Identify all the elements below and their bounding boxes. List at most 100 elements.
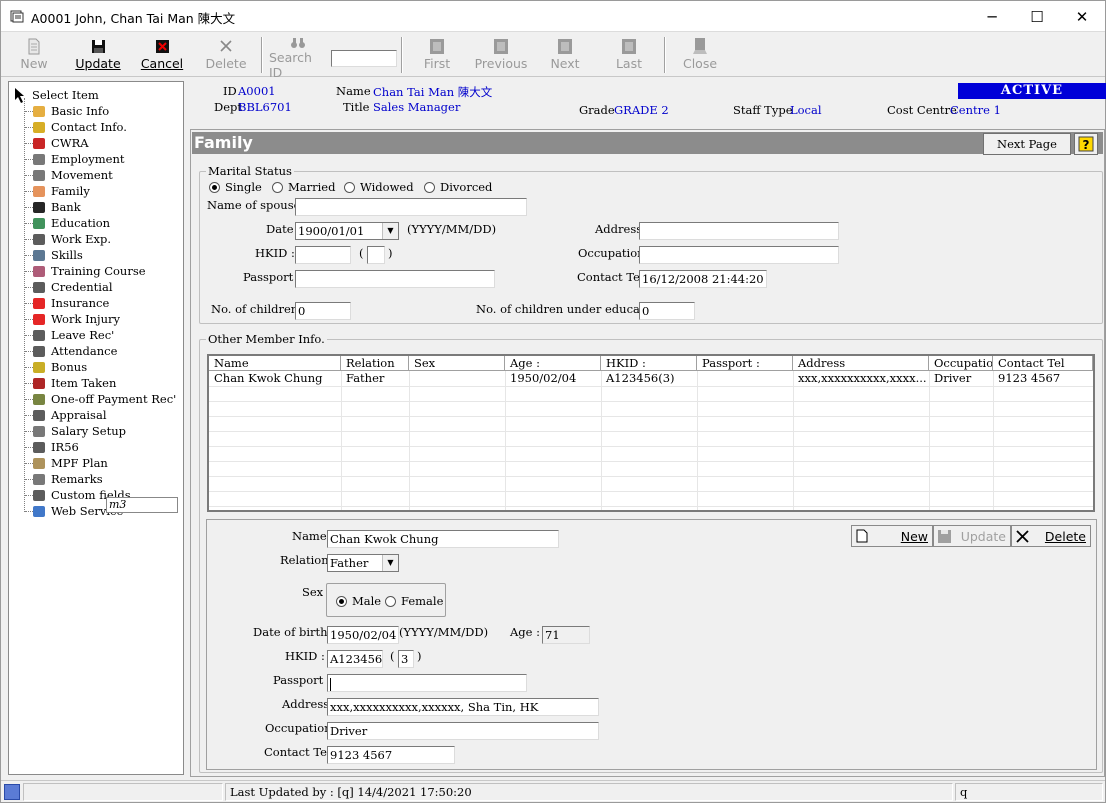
sidebar-item-insurance[interactable]: Insurance [31,295,109,311]
member-update-button[interactable]: Update [933,525,1011,547]
minimize-button[interactable]: ─ [969,1,1015,32]
next-button[interactable]: Next [547,33,583,77]
relation-select[interactable]: Father ▼ [327,554,399,572]
spouse-passport-input[interactable] [295,270,495,288]
member-new-button[interactable]: New [851,525,933,547]
member-occupation-input[interactable]: Driver [327,722,599,740]
column-header[interactable]: HKID : [601,356,697,371]
sidebar-item-training-course[interactable]: Training Course [31,263,146,279]
radio-single[interactable]: Single [209,180,262,194]
age-value: 71 [542,626,590,644]
grid-divider [209,461,1093,462]
sidebar-item-item-taken[interactable]: Item Taken [31,375,116,391]
sidebar-item-skills[interactable]: Skills [31,247,83,263]
sidebar-item-credential[interactable]: Credential [31,279,113,295]
delete-icon [219,37,233,55]
column-header[interactable]: Occupation [929,356,993,371]
radio-widowed[interactable]: Widowed [344,180,414,194]
sidebar-item-leave-rec[interactable]: Leave Rec' [31,327,114,343]
dob-input[interactable]: 1950/02/04 [327,626,399,644]
spouse-address-input[interactable] [639,222,839,240]
passport-label: Passport : [243,270,301,284]
radio-divorced[interactable]: Divorced [424,180,492,194]
sidebar-item-salary-setup[interactable]: Salary Setup [31,423,126,439]
cancel-button[interactable]: Cancel [139,33,185,77]
sidebar-item-one-off-payment-rec[interactable]: One-off Payment Rec' [31,391,176,407]
column-header[interactable]: Relation [341,356,409,371]
column-header[interactable]: Name [209,356,341,371]
sidebar-item-ir56[interactable]: IR56 [31,439,79,455]
member-passport-input[interactable] [327,674,527,692]
close-icon: ✕ [1075,7,1089,26]
new-button[interactable]: New [15,33,53,77]
sidebar-item-work-injury[interactable]: Work Injury [31,311,120,327]
column-header[interactable]: Sex [409,356,505,371]
table-row[interactable]: Chan Kwok Chung Father 1950/02/04 A123456(3… [209,371,1093,386]
family-icon [31,184,47,198]
training-icon [31,264,47,278]
first-button[interactable]: First [419,33,455,77]
grid-divider [993,371,994,510]
member-table: Name Relation Sex Age : HKID : Passport : Addr… [207,354,1095,512]
name-label: Name [336,84,371,98]
sidebar-item-movement[interactable]: Movement [31,167,113,183]
column-header[interactable]: Passport : [697,356,793,371]
book-icon [31,136,47,150]
delete-button[interactable]: Delete [203,33,249,77]
detail-relation-label: Relation [280,553,329,567]
member-name-input[interactable]: Chan Kwok Chung [327,530,559,548]
marriage-date-select[interactable]: 1900/01/01 ▼ [295,222,399,240]
move-icon [31,168,47,182]
next-page-button[interactable]: Next Page [983,133,1071,155]
column-header[interactable]: Contact Tel [993,356,1093,371]
last-button[interactable]: Last [611,33,647,77]
sidebar-item-contact-info[interactable]: Contact Info. [31,119,127,135]
help-button[interactable]: ? [1074,133,1098,155]
sidebar-item-appraisal[interactable]: Appraisal [31,407,107,423]
table-cell: 9123 4567 [998,371,1061,385]
sidebar-item-bank[interactable]: Bank [31,199,81,215]
children-count-input[interactable]: 0 [295,302,351,320]
toolbar-separator [401,37,403,73]
sidebar-item-bonus[interactable]: Bonus [31,359,87,375]
member-delete-button[interactable]: Delete [1011,525,1091,547]
spouse-hkid-check-input[interactable] [367,246,385,264]
column-header[interactable]: Age : [505,356,601,371]
search-id-input[interactable] [331,50,397,67]
detail-hkid-label: HKID : [285,649,325,663]
close-button[interactable]: Close [681,33,719,77]
envelope-icon [31,120,47,134]
tree-root[interactable]: Select Item [12,87,99,103]
sidebar-item-employment[interactable]: Employment [31,151,125,167]
radio-male[interactable]: Male [336,594,381,608]
update-button[interactable]: Update [73,33,123,77]
sidebar-item-remarks[interactable]: Remarks [31,471,103,487]
spouse-name-input[interactable] [295,198,527,216]
close-window-button[interactable]: ✕ [1059,1,1105,32]
sidebar-item-cwra[interactable]: CWRA [31,135,89,151]
sidebar-item-attendance[interactable]: Attendance [31,343,117,359]
other-member-label: Other Member Info. [206,332,327,346]
sidebar-item-basic-info[interactable]: Basic Info [31,103,109,119]
children-edu-input[interactable]: 0 [639,302,695,320]
radio-female[interactable]: Female [385,594,443,608]
search-id-button[interactable]: Search ID [269,33,327,80]
sidebar-item-family[interactable]: Family [31,183,90,199]
spouse-hkid-input[interactable] [295,246,351,264]
spouse-contact-input[interactable]: 16/12/2008 21:44:20 [639,270,767,288]
member-hkid-input[interactable]: A123456 [327,650,383,668]
spouse-occupation-input[interactable] [639,246,839,264]
maximize-button[interactable]: ☐ [1014,1,1060,32]
person-icon [31,104,47,118]
member-contact-input[interactable]: 9123 4567 [327,746,455,764]
mpf-icon [31,456,47,470]
previous-button[interactable]: Previous [473,33,529,77]
sidebar-item-education[interactable]: Education [31,215,110,231]
radio-married[interactable]: Married [272,180,335,194]
member-hkid-check-input[interactable]: 3 [398,650,414,668]
sidebar-item-mpf-plan[interactable]: MPF Plan [31,455,108,471]
sidebar-item-work-exp[interactable]: Work Exp. [31,231,111,247]
credential-icon [31,280,47,294]
member-address-input[interactable]: xxx,xxxxxxxxxx,xxxxxx, Sha Tin, HK [327,698,599,716]
column-header[interactable]: Address [793,356,929,371]
